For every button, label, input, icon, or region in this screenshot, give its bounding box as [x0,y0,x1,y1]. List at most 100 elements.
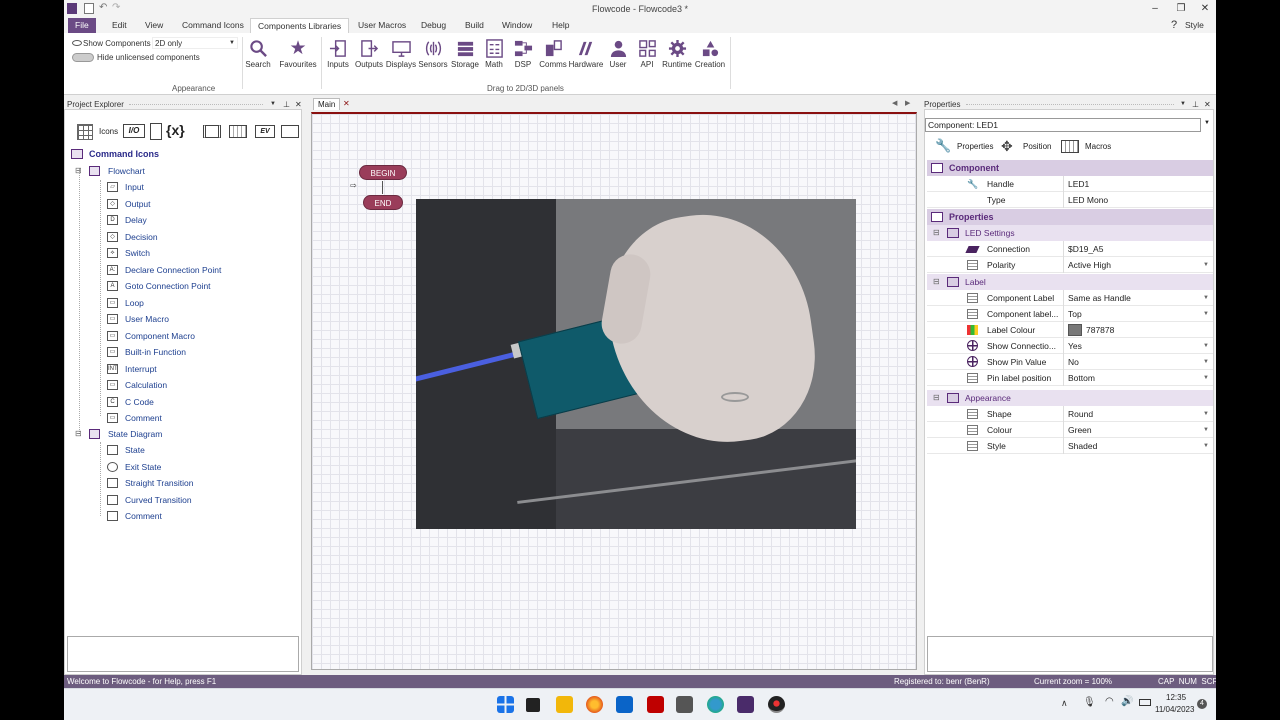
chevron-down-icon[interactable]: ▼ [1204,120,1210,126]
menu-edit[interactable]: Edit [105,18,134,33]
close-icon[interactable]: ✕ [1198,2,1212,16]
icons-tab-label[interactable]: Icons [99,127,118,136]
library-runtime[interactable]: Runtime [660,39,694,69]
component-label-select[interactable]: Same as Handle ▼ [1063,290,1213,306]
favourites-button[interactable]: ★ Favourites [276,39,320,69]
menu-command-icons[interactable]: Command Icons [175,18,251,33]
style-select[interactable]: Shaded ▼ [1063,438,1213,454]
collapse-icon[interactable]: ⊟ [933,390,940,406]
clock-date[interactable]: 11/04/2023 [1155,705,1194,714]
properties-section[interactable]: Properties [927,209,1213,225]
split-icon[interactable] [150,123,162,140]
search-button[interactable]: Search [244,39,272,69]
library-sensors[interactable]: Sensors [417,39,449,69]
library-storage[interactable]: Storage [449,39,481,69]
drag-grip[interactable] [966,104,1174,106]
appearance-group[interactable]: ⊟ Appearance [927,390,1213,406]
collapse-icon[interactable]: ⊟ [75,164,82,178]
component-selector[interactable]: Component: LED1 [925,118,1201,132]
flowchart-canvas[interactable]: BEGIN END ⇨ [311,112,917,670]
outlook-icon[interactable] [616,696,633,713]
label-colour-field[interactable]: 787878 [1063,322,1213,338]
notification-badge[interactable]: 4 [1197,699,1207,709]
tab-main[interactable]: Main [313,98,341,110]
drag-grip[interactable] [129,104,263,106]
prop-row-pin-label-pos[interactable]: Pin label position Bottom ▼ [927,370,1213,386]
menu-user-macros[interactable]: User Macros [351,18,413,33]
prop-row-component-label[interactable]: Component Label Same as Handle ▼ [927,290,1213,306]
menu-view[interactable]: View [138,18,170,33]
prop-row-polarity[interactable]: Polarity Active High ▼ [927,257,1213,273]
volume-icon[interactable]: 🔊 [1121,696,1133,707]
hide-unlicensed-toggle[interactable] [72,53,94,62]
component-section[interactable]: Component [927,160,1213,176]
style-menu[interactable]: Style [1178,18,1211,33]
library-api[interactable]: API [634,39,660,69]
prop-row-label-colour[interactable]: Label Colour 787878 [927,322,1213,338]
ports-icon[interactable] [281,125,299,138]
library-inputs[interactable]: Inputs [323,39,353,69]
colour-select[interactable]: Green ▼ [1063,422,1213,438]
library-dsp[interactable]: DSP [509,39,537,69]
icons-grid-icon[interactable] [77,124,93,140]
prop-row-show-connection[interactable]: Show Connectio... Yes ▼ [927,338,1213,354]
library-creation[interactable]: Creation [694,39,726,69]
show-pin-select[interactable]: No ▼ [1063,354,1213,370]
prop-row-handle[interactable]: 🔧 Handle LED1 [927,176,1213,192]
wifi-icon[interactable]: ◠ [1105,696,1114,707]
library-user[interactable]: User [606,39,630,69]
app-icon[interactable] [676,696,693,713]
library-math[interactable]: Math [481,39,507,69]
microphone-icon[interactable]: 🎙 [1083,697,1096,708]
flowcode-taskbar-icon[interactable] [737,696,754,713]
led-settings-group[interactable]: ⊟ LED Settings [927,225,1213,241]
menu-components-libraries[interactable]: Components Libraries [250,18,350,33]
component-macro-icon[interactable] [229,125,247,138]
library-outputs[interactable]: Outputs [353,39,385,69]
library-displays[interactable]: Displays [385,39,417,69]
io-icon[interactable]: I/O [123,124,145,138]
task-view-icon[interactable] [526,698,540,712]
tab-scroll-left-icon[interactable]: ◀ [892,98,897,110]
collapse-icon[interactable]: ⊟ [75,427,82,441]
variables-icon[interactable]: {x} [166,122,185,138]
battery-icon[interactable] [1139,699,1151,706]
minimize-icon[interactable]: – [1148,2,1162,16]
tab-close-icon[interactable]: ✕ [343,98,350,110]
show-components-select[interactable]: 2D only ▼ [152,37,238,49]
windows-start-icon[interactable] [497,696,514,713]
tray-chevron-icon[interactable]: ∧ [1061,698,1068,709]
menu-help[interactable]: Help [545,18,576,33]
label-group[interactable]: ⊟ Label [927,274,1213,290]
shape-select[interactable]: Round ▼ [1063,406,1213,422]
show-connection-select[interactable]: Yes ▼ [1063,338,1213,354]
library-hardware[interactable]: Hardware [568,39,604,69]
firefox-icon[interactable] [586,696,603,713]
restore-icon[interactable]: ❐ [1174,2,1188,16]
prop-row-shape[interactable]: Shape Round ▼ [927,406,1213,422]
polarity-select[interactable]: Active High ▼ [1063,257,1213,273]
prop-row-style[interactable]: Style Shaded ▼ [927,438,1213,454]
colour-swatch[interactable] [1068,324,1082,336]
collapse-icon[interactable]: ⊟ [933,274,940,290]
collapse-icon[interactable]: ⊟ [933,225,940,241]
recording-app-icon[interactable] [768,696,785,713]
events-icon[interactable]: EV [255,125,275,138]
menu-window[interactable]: Window [495,18,539,33]
handle-value[interactable]: LED1 [1063,176,1213,192]
prop-row-component-label-pos[interactable]: Component label... Top ▼ [927,306,1213,322]
file-explorer-icon[interactable] [556,696,573,713]
component-label-pos-select[interactable]: Top ▼ [1063,306,1213,322]
pin-label-pos-select[interactable]: Bottom ▼ [1063,370,1213,386]
menu-file[interactable]: File [68,18,96,33]
menu-debug[interactable]: Debug [414,18,453,33]
prop-row-connection[interactable]: Connection $D19_A5 [927,241,1213,257]
prop-row-colour[interactable]: Colour Green ▼ [927,422,1213,438]
macro-icon[interactable] [203,125,221,138]
tab-scroll-right-icon[interactable]: ▶ [905,98,910,110]
begin-node[interactable]: BEGIN [359,165,407,180]
library-comms[interactable]: Comms [538,39,568,69]
prop-row-show-pin[interactable]: Show Pin Value No ▼ [927,354,1213,370]
end-node[interactable]: END [363,195,403,210]
globe-icon[interactable] [707,696,724,713]
